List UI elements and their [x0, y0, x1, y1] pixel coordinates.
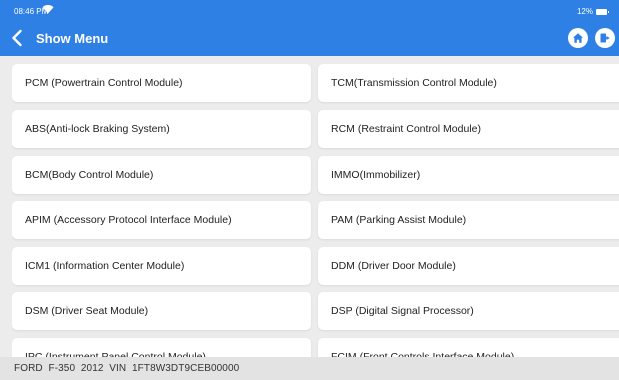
- menu-item-ddm[interactable]: DDM (Driver Door Module): [318, 247, 619, 285]
- menu-item-abs[interactable]: ABS(Anti-lock Braking System): [12, 110, 311, 148]
- menu-item-pam[interactable]: PAM (Parking Assist Module): [318, 201, 619, 239]
- app-header: 08:46 PM 12% Show Menu: [0, 0, 619, 56]
- menu-item-fcim[interactable]: FCIM (Front Controls Interface Module): [318, 338, 619, 357]
- battery-icon: [596, 8, 609, 15]
- menu-item-rcm[interactable]: RCM (Restraint Control Module): [318, 110, 619, 148]
- vehicle-info-bar: FORD F-350 2012 VIN 1FT8W3DT9CEB00000: [0, 357, 619, 380]
- menu-item-dsp[interactable]: DSP (Digital Signal Processor): [318, 292, 619, 330]
- menu-item-pcm[interactable]: PCM (Powertrain Control Module): [12, 64, 311, 102]
- module-menu-grid: PCM (Powertrain Control Module) TCM(Tran…: [12, 64, 619, 357]
- wifi-icon: [42, 5, 54, 14]
- home-button[interactable]: [568, 28, 588, 48]
- vehicle-info-text: FORD F-350 2012 VIN 1FT8W3DT9CEB00000: [14, 363, 240, 374]
- menu-item-dsm[interactable]: DSM (Driver Seat Module): [12, 292, 311, 330]
- back-chevron-icon[interactable]: [10, 29, 24, 47]
- exit-button[interactable]: [595, 28, 615, 48]
- menu-item-apim[interactable]: APIM (Accessory Protocol Interface Modul…: [12, 201, 311, 239]
- menu-item-icm1[interactable]: ICM1 (Information Center Module): [12, 247, 311, 285]
- battery-indicator: 12%: [576, 7, 609, 16]
- menu-item-immo[interactable]: IMMO(Immobilizer): [318, 156, 619, 194]
- status-bar: 08:46 PM 12%: [0, 0, 619, 22]
- home-icon: [573, 33, 583, 43]
- page-title: Show Menu: [36, 31, 109, 46]
- menu-item-ipc[interactable]: IPC (Instrument Panel Control Module): [12, 338, 311, 357]
- menu-item-tcm[interactable]: TCM(Transmission Control Module): [318, 64, 619, 102]
- exit-icon: [600, 33, 610, 43]
- menu-item-bcm[interactable]: BCM(Body Control Module): [12, 156, 311, 194]
- battery-percent: 12%: [576, 7, 593, 16]
